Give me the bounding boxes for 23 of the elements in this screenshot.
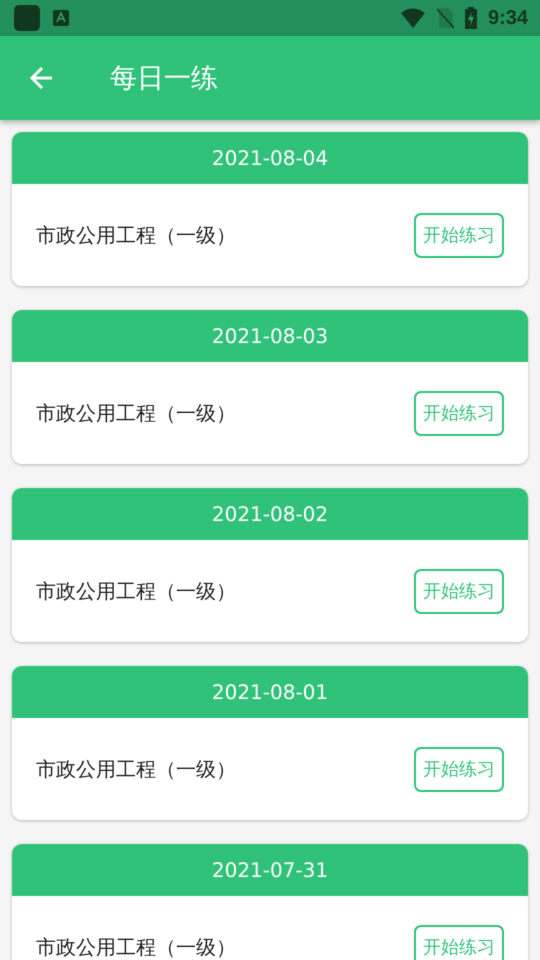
start-practice-button[interactable]: 开始练习: [414, 568, 504, 614]
clock-text: 9:34: [488, 6, 528, 30]
date-text: 2021-07-31: [212, 858, 328, 882]
subject-text: 市政公用工程（一级）: [36, 400, 236, 426]
date-text: 2021-08-04: [212, 146, 328, 170]
start-practice-button[interactable]: 开始练习: [414, 746, 504, 792]
subject-text: 市政公用工程（一级）: [36, 756, 236, 782]
date-text: 2021-08-01: [212, 680, 328, 704]
start-practice-button[interactable]: 开始练习: [414, 390, 504, 436]
no-sim-icon: [436, 7, 454, 29]
subject-text: 市政公用工程（一级）: [36, 222, 236, 248]
page-title: 每日一练: [110, 62, 218, 96]
start-practice-button[interactable]: 开始练习: [414, 924, 504, 960]
app-icon: [14, 5, 40, 31]
wifi-icon: [400, 8, 426, 28]
start-practice-button[interactable]: 开始练习: [414, 212, 504, 258]
subject-text: 市政公用工程（一级）: [36, 578, 236, 604]
battery-icon: [464, 7, 478, 29]
subject-text: 市政公用工程（一级）: [36, 934, 236, 960]
date-text: 2021-08-03: [212, 324, 328, 348]
back-arrow-icon[interactable]: [29, 65, 55, 91]
date-text: 2021-08-02: [212, 502, 328, 526]
keyboard-icon: [52, 9, 70, 27]
